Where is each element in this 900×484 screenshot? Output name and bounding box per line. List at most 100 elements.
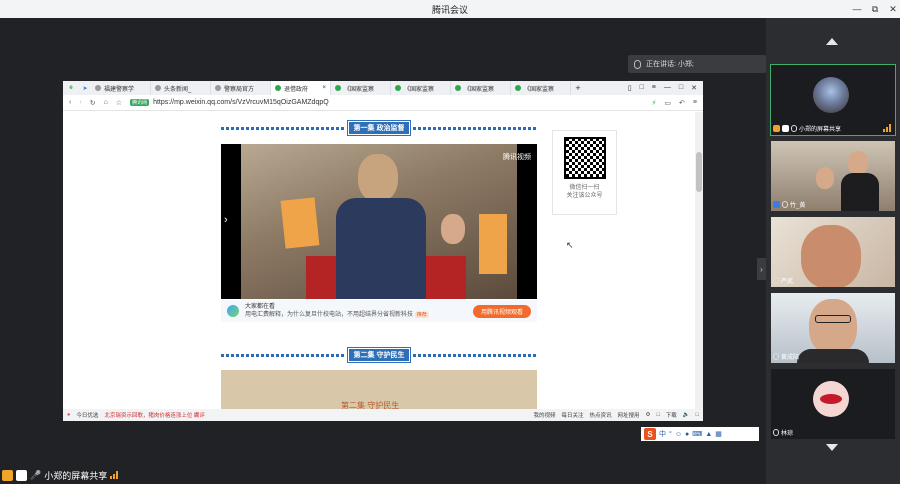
episode2-title: 第二集 守护民生 [346,347,412,363]
signal-icon [883,124,891,132]
article-content: 第一集 政治监督 腾讯视频 › 大家都在看 用电汇费解释，为什么复旦什校电站，不… [63,112,703,410]
undo-icon[interactable]: ↶ [679,99,685,107]
user-icon [2,469,13,481]
status-item[interactable]: 下载 [666,411,677,419]
avatar [813,77,849,113]
video-frame [241,144,517,299]
speaking-indicator: 正在讲话: 小郑; [628,55,766,73]
tools-icon[interactable]: ▦ [715,430,722,438]
browser-tab[interactable]: 《国家监察 [391,81,451,95]
navigate-icon[interactable]: ➤ [79,85,91,92]
status-item[interactable]: 热点资讯 [590,411,612,419]
skin-icon[interactable]: ▲ [705,431,712,438]
ad-title: 大家都在看 [245,304,276,310]
scroll-down-icon[interactable] [826,444,838,451]
participant-name: 小郑的屏幕共享 [799,127,842,133]
video-next-arrow-icon[interactable]: › [224,214,228,226]
wechat-icon [455,85,461,91]
page-icon [215,85,221,91]
close-icon[interactable]: ✕ [691,84,697,92]
open-in-app-button[interactable]: 用腾讯视频观看 [472,304,531,318]
participant-tile[interactable]: 竹_黄 [771,141,895,211]
address-bar[interactable]: 腾讯网 https://mp.weixin.qq.com/s/VzVrcuvM1… [130,97,643,109]
signal-icon [110,471,119,479]
browser-tab[interactable]: 《国家监察 [331,81,391,95]
site-badge: 腾讯网 [130,99,150,106]
address-url[interactable]: https://mp.weixin.qq.com/s/VzVrcuvM15qOi… [153,99,329,106]
volume-icon[interactable]: 🔈 [683,412,690,418]
qr-text-2: 关注该公众号 [566,193,603,199]
bolt-icon[interactable]: ⚡ [651,99,656,107]
tab-close-icon[interactable]: × [322,85,326,91]
participant-tile[interactable]: 林琼 [771,369,895,439]
page-icon [95,85,101,91]
episode2-thumbnail[interactable]: 第二集 守护民生 [221,370,537,410]
ime-language[interactable]: 中 [659,429,666,439]
scrollbar-thumb[interactable] [696,152,702,192]
shared-browser-window: e ➤ 福建警察学 头条新闻_ 警察局官方 退借政府 × 《国家监察 《国家监察 … [63,81,703,421]
episode1-header: 第一集 政治监督 [221,120,538,136]
collapse-panel-icon[interactable]: › [757,258,766,280]
emoji-icon[interactable]: ☺ [675,431,682,438]
window-titlebar: 腾讯会议 — ⧉ ✕ [0,0,900,18]
browser-statusbar: ● 今日优选 北京瑞资示回歌，猪肉价格连涨上位 瞩评 我的视频 每日关注 热点资… [63,409,703,421]
qr-text-1: 微信扫一扫 [569,185,600,191]
keyboard-icon[interactable]: ⌨ [692,430,702,438]
participant-tile[interactable]: 严武 [771,217,895,287]
browser-tab[interactable]: 福建警察学 [91,81,151,95]
sidebar-icon[interactable]: ▯ [628,84,632,92]
participant-name: 林琼 [781,431,794,437]
host-icon [773,125,780,132]
mic-icon [773,429,779,436]
window-icon[interactable]: □ [656,412,659,418]
settings-icon[interactable]: ⚙ [646,412,651,418]
restore-icon[interactable]: □ [679,84,683,92]
browser-tab[interactable]: 头条新闻_ [151,81,211,95]
minimize-icon[interactable]: — [664,84,671,92]
status-item[interactable]: 每日关注 [561,411,583,419]
page-scrollbar[interactable] [695,112,703,409]
mic-icon: 🎤 [30,469,42,480]
participant-name: 严武 [781,279,794,285]
browser-tab[interactable]: 《国家监察 [451,81,511,95]
back-icon[interactable]: ‹ [69,99,71,106]
status-item[interactable]: 网址搜用 [618,411,640,419]
screen-share-icon [16,469,27,481]
participant-tile[interactable]: 黄成陆 [771,293,895,363]
wechat-icon [335,85,341,91]
home-icon[interactable]: ⌂ [104,99,108,106]
status-news[interactable]: 北京瑞资示回歌，猪肉价格连涨上位 瞩评 [104,411,205,419]
mic-icon [791,125,797,132]
browser-tab[interactable]: 《国家监察 [511,81,571,95]
video-player[interactable]: 腾讯视频 › [221,144,537,299]
forward-icon[interactable]: › [79,99,81,106]
browser-tabbar: e ➤ 福建警察学 头条新闻_ 警察局官方 退借政府 × 《国家监察 《国家监察 … [63,81,703,95]
browser-tab-active[interactable]: 退借政府 × [271,81,331,95]
zoom-icon[interactable]: □ [696,412,699,418]
screen-share-icon [782,125,789,132]
scroll-up-icon[interactable] [826,38,838,45]
status-item[interactable]: 我的视频 [533,411,555,419]
new-tab-icon[interactable]: + [571,83,585,93]
skin-icon[interactable]: □ [640,84,644,92]
menu-icon[interactable]: ≡ [652,84,656,92]
battery-icon[interactable]: ▭ [664,99,671,107]
ime-toolbar: S 中 ° ☺ ● ⌨ ▲ ▦ [641,427,759,441]
share-label-text: 小郑的屏幕共享 [44,470,108,481]
status-left[interactable]: 今日优选 [76,411,98,419]
menu-icon[interactable]: ≡ [693,99,697,106]
wechat-icon [275,85,281,91]
tencent-video-icon [227,305,239,317]
refresh-icon[interactable]: ↻ [90,99,96,107]
participant-tile[interactable]: 小郑的屏幕共享 [770,64,896,136]
mic-icon[interactable]: ● [685,431,689,438]
close-icon[interactable]: ✕ [882,0,900,18]
browser-logo-icon: e [69,85,73,91]
sogou-icon[interactable]: S [644,428,656,440]
window-title: 腾讯会议 [431,4,468,15]
punctuation-icon[interactable]: ° [669,431,672,438]
star-icon[interactable]: ☆ [116,99,122,107]
episode2-header: 第二集 守护民生 [221,347,538,363]
video-ad-bar[interactable]: 大家都在看 用电汇费解释，为什么复旦什校电站，不用超结界分省视新科技 推荐 用腾… [221,300,537,322]
browser-tab[interactable]: 警察局官方 [211,81,271,95]
